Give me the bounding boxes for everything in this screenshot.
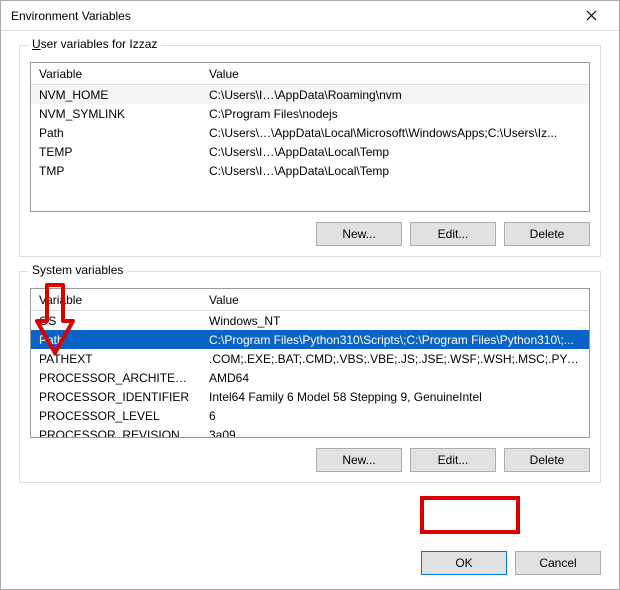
list-header: Variable Value (31, 63, 589, 85)
user-delete-button[interactable]: Delete (504, 222, 590, 246)
cell-value: C:\Users\I…\AppData\Local\Temp (201, 164, 589, 178)
cell-variable: PROCESSOR_LEVEL (31, 409, 201, 423)
column-variable[interactable]: Variable (31, 67, 201, 81)
table-row[interactable]: PROCESSOR_IDENTIFIERIntel64 Family 6 Mod… (31, 387, 589, 406)
system-buttons-row: New... Edit... Delete (30, 448, 590, 472)
cell-value: AMD64 (201, 371, 589, 385)
cell-value: .COM;.EXE;.BAT;.CMD;.VBS;.VBE;.JS;.JSE;.… (201, 352, 589, 366)
system-edit-button[interactable]: Edit... (410, 448, 496, 472)
system-variables-list[interactable]: Variable Value OSWindows_NTPathC:\Progra… (30, 288, 590, 438)
cell-variable: PROCESSOR_ARCHITECTURE (31, 371, 201, 385)
cell-variable: PROCESSOR_REVISION (31, 428, 201, 438)
cell-variable: NVM_HOME (31, 88, 201, 102)
titlebar: Environment Variables (1, 1, 619, 31)
table-row[interactable]: PROCESSOR_LEVEL6 (31, 406, 589, 425)
cell-value: C:\Program Files\nodejs (201, 107, 589, 121)
column-value[interactable]: Value (201, 293, 589, 307)
system-variables-legend: System variables (28, 263, 127, 277)
cell-value: C:\Users\I…\AppData\Roaming\nvm (201, 88, 589, 102)
table-row[interactable]: TMPC:\Users\I…\AppData\Local\Temp (31, 161, 589, 180)
cell-value: C:\Users\…\AppData\Local\Microsoft\Windo… (201, 126, 589, 140)
cell-variable: TMP (31, 164, 201, 178)
system-variables-group: System variables Variable Value OSWindow… (19, 271, 601, 483)
table-row[interactable]: PROCESSOR_ARCHITECTUREAMD64 (31, 368, 589, 387)
dialog-content: User variables for Izzaz Variable Value … (1, 31, 619, 541)
table-row[interactable]: OSWindows_NT (31, 311, 589, 330)
cell-value: 3a09 (201, 428, 589, 438)
user-edit-button[interactable]: Edit... (410, 222, 496, 246)
table-row[interactable]: NVM_HOMEC:\Users\I…\AppData\Roaming\nvm (31, 85, 589, 104)
cell-variable: Path (31, 333, 201, 347)
cell-variable: Path (31, 126, 201, 140)
table-row[interactable]: NVM_SYMLINKC:\Program Files\nodejs (31, 104, 589, 123)
table-row[interactable]: PATHEXT.COM;.EXE;.BAT;.CMD;.VBS;.VBE;.JS… (31, 349, 589, 368)
cell-value: Intel64 Family 6 Model 58 Stepping 9, Ge… (201, 390, 589, 404)
cell-value: C:\Program Files\Python310\Scripts\;C:\P… (201, 333, 589, 347)
table-row[interactable]: TEMPC:\Users\I…\AppData\Local\Temp (31, 142, 589, 161)
dialog-footer: OK Cancel (1, 541, 619, 589)
cell-variable: PATHEXT (31, 352, 201, 366)
close-button[interactable] (571, 2, 611, 30)
cell-variable: OS (31, 314, 201, 328)
list-header: Variable Value (31, 289, 589, 311)
user-new-button[interactable]: New... (316, 222, 402, 246)
cell-variable: NVM_SYMLINK (31, 107, 201, 121)
system-new-button[interactable]: New... (316, 448, 402, 472)
ok-button[interactable]: OK (421, 551, 507, 575)
table-row[interactable]: PROCESSOR_REVISION3a09 (31, 425, 589, 437)
cell-value: Windows_NT (201, 314, 589, 328)
user-buttons-row: New... Edit... Delete (30, 222, 590, 246)
user-variables-legend: User variables for Izzaz (28, 37, 161, 51)
close-icon (586, 8, 597, 24)
cell-variable: PROCESSOR_IDENTIFIER (31, 390, 201, 404)
column-value[interactable]: Value (201, 67, 589, 81)
table-row[interactable]: PathC:\Program Files\Python310\Scripts\;… (31, 330, 589, 349)
column-variable[interactable]: Variable (31, 293, 201, 307)
list-body[interactable]: OSWindows_NTPathC:\Program Files\Python3… (31, 311, 589, 437)
environment-variables-dialog: Environment Variables User variables for… (0, 0, 620, 590)
cell-value: C:\Users\I…\AppData\Local\Temp (201, 145, 589, 159)
list-body[interactable]: NVM_HOMEC:\Users\I…\AppData\Roaming\nvmN… (31, 85, 589, 211)
cell-variable: TEMP (31, 145, 201, 159)
cell-value: 6 (201, 409, 589, 423)
table-row[interactable]: PathC:\Users\…\AppData\Local\Microsoft\W… (31, 123, 589, 142)
cancel-button[interactable]: Cancel (515, 551, 601, 575)
system-delete-button[interactable]: Delete (504, 448, 590, 472)
user-variables-list[interactable]: Variable Value NVM_HOMEC:\Users\I…\AppDa… (30, 62, 590, 212)
user-variables-group: User variables for Izzaz Variable Value … (19, 45, 601, 257)
window-title: Environment Variables (11, 9, 571, 23)
